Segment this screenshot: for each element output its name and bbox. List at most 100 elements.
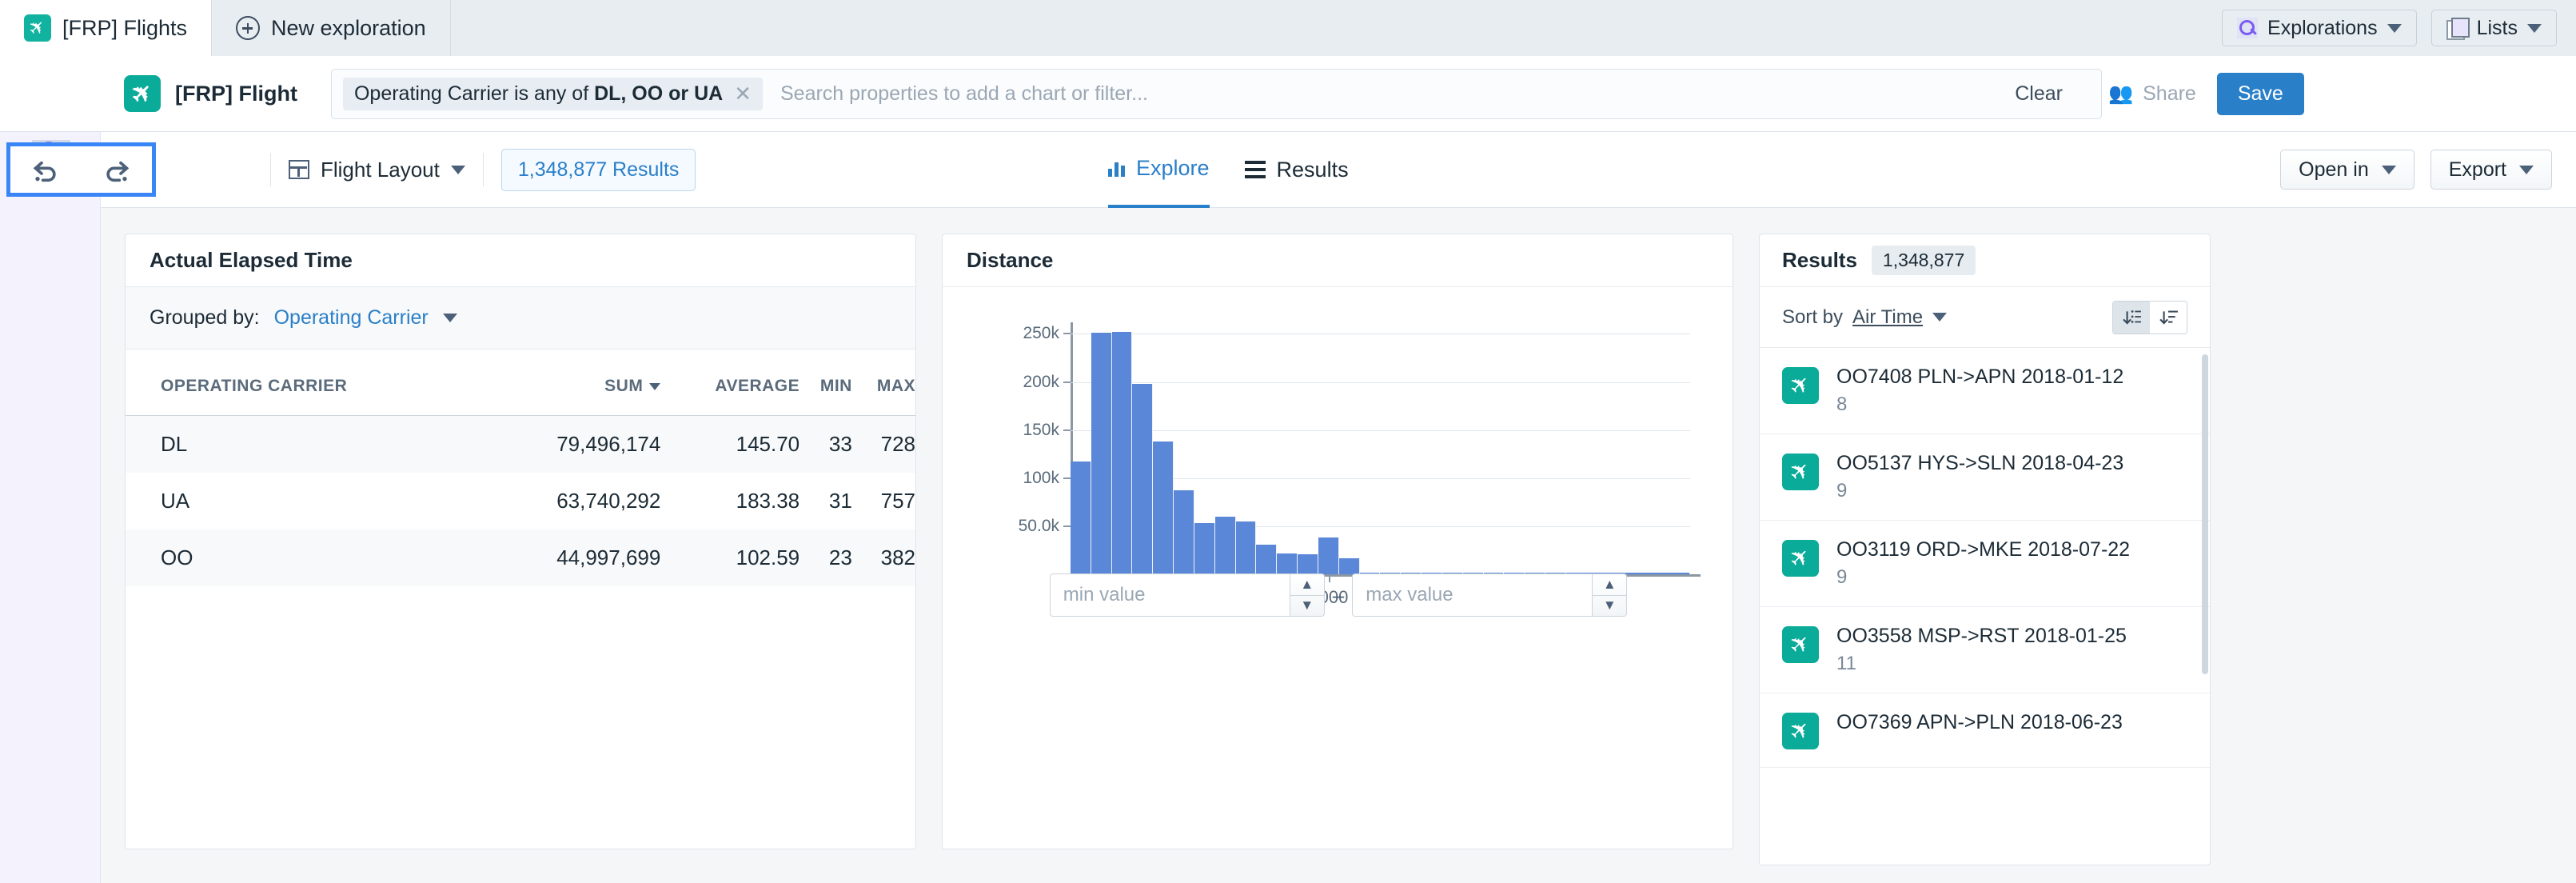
- distance-card: Distance 50.0k100k150k200k250k 100020003…: [942, 234, 1733, 849]
- chevron-down-icon[interactable]: [442, 314, 457, 322]
- search-input[interactable]: [763, 82, 1988, 106]
- aggregation-table: OPERATING CARRIER SUM AVERAGE MIN MAX DL: [126, 350, 915, 586]
- histogram-bar[interactable]: [1111, 332, 1133, 574]
- histogram-bars[interactable]: [1071, 322, 1690, 574]
- plane-icon: [1782, 626, 1819, 663]
- undo-arrow-icon[interactable]: [30, 154, 62, 186]
- plane-icon: [1782, 540, 1819, 577]
- lists-button[interactable]: Lists: [2430, 10, 2557, 46]
- list-item-title: OO3558 MSP->RST 2018-01-25: [1836, 625, 2127, 647]
- explorations-button[interactable]: Explorations: [2222, 10, 2417, 46]
- table-row[interactable]: OO 44,997,699 102.59 23 382: [126, 529, 915, 586]
- filter-chip[interactable]: Operating Carrier is any of DL, OO or UA…: [342, 77, 763, 110]
- list-item-subtitle: 9: [1836, 480, 1848, 501]
- table-body: DL 79,496,174 145.70 33 728 UA 63,740,29…: [126, 415, 915, 586]
- max-value-stepper[interactable]: ▲ ▼: [1352, 573, 1628, 617]
- tab-label: New exploration: [271, 15, 426, 40]
- undo-redo-group: [6, 142, 156, 197]
- list-item[interactable]: OO7408 PLN->APN 2018-01-12 8: [1760, 348, 2210, 434]
- histogram-bar[interactable]: [1277, 553, 1298, 574]
- col-average[interactable]: AVERAGE: [660, 350, 800, 416]
- results-list[interactable]: OO7408 PLN->APN 2018-01-12 8 OO5137 HYS->S…: [1760, 348, 2210, 768]
- lists-icon: [2446, 18, 2470, 40]
- max-value-input[interactable]: [1352, 573, 1593, 617]
- histogram-bar[interactable]: [1214, 516, 1236, 574]
- tab-new-exploration[interactable]: New exploration: [212, 0, 451, 56]
- list-item[interactable]: OO7369 APN->PLN 2018-06-23: [1760, 693, 2210, 768]
- flight-layout-button[interactable]: Flight Layout: [289, 158, 465, 182]
- cell-max: 757: [880, 489, 915, 513]
- view-tabs: Explore Results: [1108, 132, 1349, 208]
- cell-min: 31: [828, 489, 852, 513]
- list-item[interactable]: OO3119 ORD->MKE 2018-07-22 9: [1760, 521, 2210, 607]
- clear-button[interactable]: Clear: [1988, 82, 2090, 106]
- flight-layout-label: Flight Layout: [321, 157, 440, 182]
- sort-ascending-icon[interactable]: [2113, 301, 2150, 334]
- results-count-pill[interactable]: 1,348,877 Results: [500, 148, 696, 191]
- tab-explore[interactable]: Explore: [1108, 132, 1210, 208]
- tab-frp-flights[interactable]: [FRP] Flights: [0, 0, 213, 56]
- histogram-bar[interactable]: [1298, 553, 1318, 574]
- list-item-title: OO7369 APN->PLN 2018-06-23: [1836, 711, 2123, 733]
- plus-circle-icon: [236, 16, 261, 40]
- sort-descending-icon[interactable]: [2150, 301, 2187, 334]
- header-actions: Explorations Lists: [2222, 0, 2576, 56]
- spinner-down-icon[interactable]: ▼: [1290, 596, 1324, 617]
- close-icon[interactable]: ✕: [734, 83, 752, 104]
- grouped-by-value[interactable]: Operating Carrier: [274, 306, 429, 330]
- histogram-bar[interactable]: [1174, 490, 1194, 574]
- col-sum[interactable]: SUM: [490, 350, 661, 416]
- histogram-bar[interactable]: [1071, 461, 1091, 574]
- open-in-button[interactable]: Open in: [2280, 150, 2415, 190]
- filter-input-container[interactable]: Operating Carrier is any of DL, OO or UA…: [330, 68, 2102, 119]
- min-value-stepper[interactable]: ▲ ▼: [1049, 573, 1325, 617]
- col-max[interactable]: MAX: [852, 350, 915, 416]
- results-title: Results: [1782, 248, 1857, 272]
- chevron-down-icon[interactable]: [1932, 313, 1948, 322]
- results-count-badge: 1,348,877: [1871, 246, 1976, 275]
- sort-direction-toggle[interactable]: [2112, 300, 2187, 334]
- table-row[interactable]: UA 63,740,292 183.38 31 757: [126, 473, 915, 529]
- spinner-up-icon[interactable]: ▲: [1593, 574, 1627, 596]
- tab-strip: [FRP] Flights New exploration Exploratio…: [0, 0, 2576, 56]
- list-item[interactable]: OO5137 HYS->SLN 2018-04-23 9: [1760, 434, 2210, 521]
- cell-sum: 44,997,699: [556, 545, 661, 569]
- histogram-bar[interactable]: [1132, 383, 1154, 574]
- histogram-bar[interactable]: [1235, 521, 1257, 574]
- divider: [270, 153, 271, 186]
- col-min[interactable]: MIN: [800, 350, 852, 416]
- min-value-input[interactable]: [1049, 573, 1290, 617]
- actual-elapsed-time-card: Actual Elapsed Time Grouped by: Operatin…: [125, 234, 916, 849]
- table-header: OPERATING CARRIER SUM AVERAGE MIN MAX: [126, 350, 915, 416]
- table-row[interactable]: DL 79,496,174 145.70 33 728: [126, 415, 915, 473]
- spinner-down-icon[interactable]: ▼: [1593, 596, 1626, 617]
- save-button[interactable]: Save: [2216, 72, 2304, 115]
- share-button[interactable]: 👥 Share: [2108, 82, 2196, 106]
- grouped-by-label: Grouped by:: [150, 306, 260, 329]
- scrollbar[interactable]: [2202, 354, 2208, 674]
- spinner-up-icon[interactable]: ▲: [1290, 574, 1324, 596]
- histogram-bar[interactable]: [1194, 522, 1215, 574]
- chevron-down-icon: [2527, 23, 2542, 33]
- chevron-down-icon: [2387, 23, 2402, 33]
- results-header: Results 1,348,877: [1760, 234, 2210, 287]
- sort-by-value[interactable]: Air Time: [1852, 306, 1923, 329]
- export-label: Export: [2448, 158, 2506, 181]
- col-operating-carrier[interactable]: OPERATING CARRIER: [126, 350, 490, 416]
- redo-arrow-icon[interactable]: [101, 154, 133, 186]
- export-button[interactable]: Export: [2430, 150, 2552, 190]
- card-title: Actual Elapsed Time: [126, 234, 915, 287]
- bar-chart-icon: [1108, 159, 1125, 177]
- tab-results[interactable]: Results: [1244, 132, 1349, 208]
- histogram-bar[interactable]: [1153, 442, 1174, 574]
- histogram-bar[interactable]: [1338, 557, 1360, 574]
- max-spinner[interactable]: ▲ ▼: [1592, 573, 1628, 617]
- min-spinner[interactable]: ▲ ▼: [1289, 573, 1325, 617]
- histogram-bar[interactable]: [1318, 537, 1339, 574]
- histogram-bar[interactable]: [1256, 544, 1278, 574]
- list-item-title: OO5137 HYS->SLN 2018-04-23: [1836, 452, 2124, 474]
- explorations-icon: [2237, 18, 2259, 38]
- list-item[interactable]: OO3558 MSP->RST 2018-01-25 11: [1760, 607, 2210, 693]
- plane-icon: [1782, 453, 1819, 490]
- histogram-bar[interactable]: [1091, 333, 1112, 574]
